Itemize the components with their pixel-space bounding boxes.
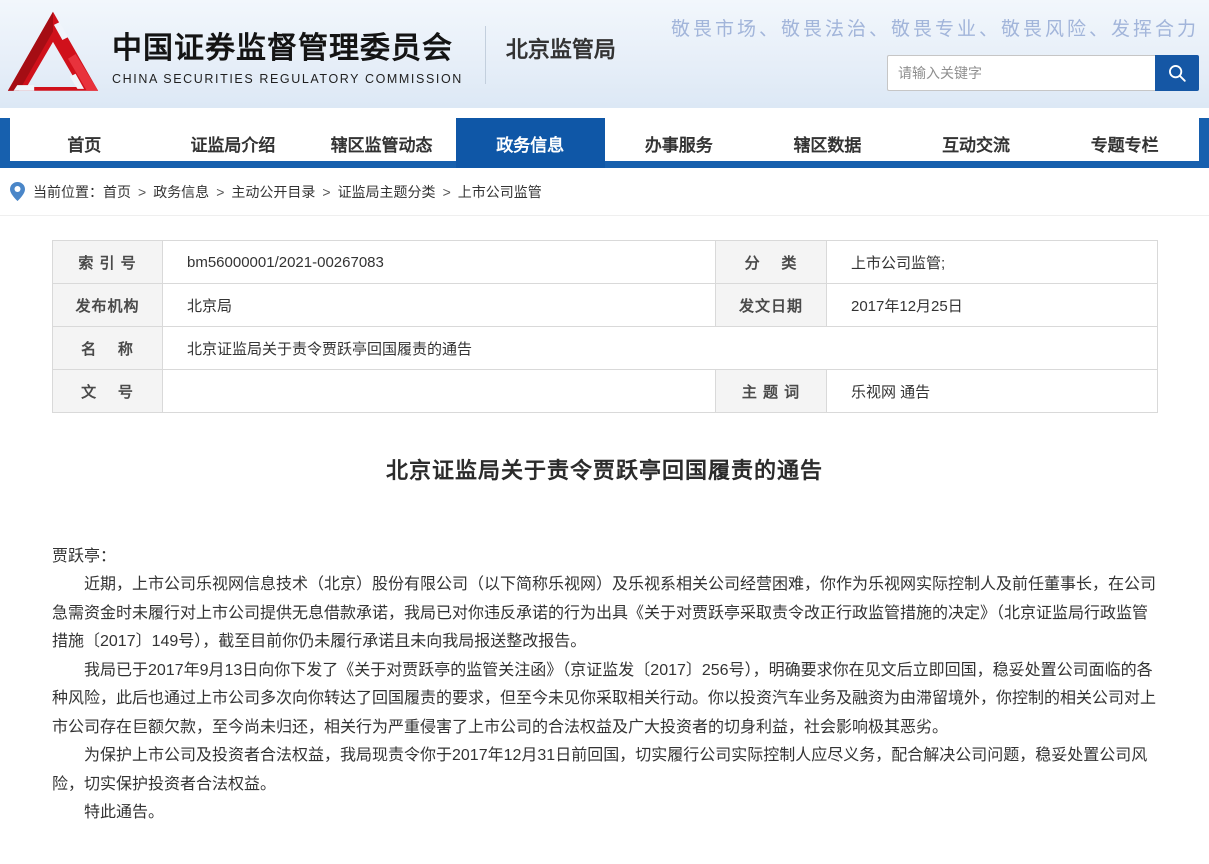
nav-item-interaction[interactable]: 互动交流	[902, 118, 1051, 168]
breadcrumb-item-listed-company[interactable]: 上市公司监管	[458, 182, 542, 202]
main-nav: 首页 证监局介绍 辖区监管动态 政务信息 办事服务 辖区数据 互动交流 专题专栏	[0, 118, 1209, 168]
page: 中国证券监督管理委员会 CHINA SECURITIES REGULATORY …	[0, 0, 1209, 864]
meta-value-issue-date: 2017年12月25日	[826, 283, 1158, 327]
breadcrumb-item-open-directory[interactable]: 主动公开目录	[231, 182, 315, 202]
meta-row-docnumber: 文 号 主 题 词 乐视网 通告	[52, 369, 1158, 413]
document-body: 贾跃亭： 近期，上市公司乐视网信息技术（北京）股份有限公司（以下简称乐视网）及乐…	[52, 543, 1157, 828]
document-meta-table: 索 引 号 bm56000001/2021-00267083 分 类 上市公司监…	[52, 240, 1158, 413]
meta-label-name: 名 称	[52, 326, 163, 370]
nav-item-bureau-intro[interactable]: 证监局介绍	[159, 118, 308, 168]
org-name-cn: 中国证券监督管理委员会	[112, 32, 453, 66]
breadcrumb-separator: >	[216, 183, 225, 200]
document-title: 北京证监局关于责令贾跃亭回国履责的通告	[385, 458, 823, 483]
main-content: 索 引 号 bm56000001/2021-00267083 分 类 上市公司监…	[0, 216, 1209, 864]
closing-line: 特此通告。	[84, 804, 165, 822]
meta-label-issuing-agency: 发布机构	[52, 283, 163, 327]
header-divider	[484, 26, 486, 84]
breadcrumb-separator: >	[322, 183, 331, 200]
header-slogan: 敬畏市场、敬畏法治、敬畏专业、敬畏风险、发挥合力	[670, 18, 1199, 40]
csrc-logo-icon	[7, 11, 99, 91]
nav-item-regulatory-news[interactable]: 辖区监管动态	[307, 118, 456, 168]
nav-item-district-data[interactable]: 辖区数据	[753, 118, 902, 168]
meta-value-name: 北京证监局关于责令贾跃亭回国履责的通告	[162, 326, 1158, 370]
breadcrumb-separator: >	[442, 183, 451, 200]
meta-row-issuer: 发布机构 北京局 发文日期 2017年12月25日	[52, 283, 1158, 327]
nav-item-special-topics[interactable]: 专题专栏	[1050, 118, 1199, 168]
header-right: 敬畏市场、敬畏法治、敬畏专业、敬畏风险、发挥合力	[671, 8, 1203, 91]
nav-item-services[interactable]: 办事服务	[605, 118, 754, 168]
meta-row-name: 名 称 北京证监局关于责令贾跃亭回国履责的通告	[52, 326, 1158, 370]
breadcrumb-label: 当前位置：	[33, 183, 103, 200]
search-icon	[1169, 65, 1186, 82]
search-input[interactable]	[887, 55, 1155, 91]
meta-value-subject-words: 乐视网 通告	[826, 369, 1158, 413]
meta-label-category: 分 类	[715, 240, 827, 284]
breadcrumb-separator: >	[138, 183, 147, 200]
search-button[interactable]	[1155, 55, 1199, 91]
meta-label-subject-words: 主 题 词	[715, 369, 827, 413]
nav-item-home[interactable]: 首页	[10, 118, 159, 168]
meta-value-issuing-agency: 北京局	[162, 283, 716, 327]
meta-label-issue-date: 发文日期	[715, 283, 827, 327]
salutation: 贾跃亭：	[52, 548, 117, 565]
meta-value-category: 上市公司监管;	[826, 240, 1158, 284]
location-pin-icon	[10, 182, 25, 201]
site-header: 中国证券监督管理委员会 CHINA SECURITIES REGULATORY …	[0, 0, 1209, 108]
paragraph-1: 近期，上市公司乐视网信息技术（北京）股份有限公司（以下简称乐视网）及乐视系相关公…	[52, 576, 1157, 651]
nav-item-gov-info[interactable]: 政务信息	[455, 118, 605, 168]
breadcrumb-item-gov-info[interactable]: 政务信息	[153, 182, 209, 202]
breadcrumb-item-topic-category[interactable]: 证监局主题分类	[338, 182, 436, 202]
header-brand: 中国证券监督管理委员会 CHINA SECURITIES REGULATORY …	[6, 8, 616, 102]
breadcrumb-item-home[interactable]: 首页	[103, 182, 131, 202]
breadcrumb: 当前位置： 首页 > 政务信息 > 主动公开目录 > 证监局主题分类 > 上市公…	[0, 168, 1209, 216]
meta-value-index-number: bm56000001/2021-00267083	[162, 240, 716, 284]
meta-label-doc-number: 文 号	[52, 369, 163, 413]
org-name-en: CHINA SECURITIES REGULATORY COMMISSION	[112, 71, 463, 86]
meta-label-index-number: 索 引 号	[52, 240, 163, 284]
paragraph-3: 为保护上市公司及投资者合法权益，我局现责令你于2017年12月31日前回国，切实…	[52, 747, 1148, 793]
meta-value-doc-number	[162, 369, 716, 413]
meta-row-index: 索 引 号 bm56000001/2021-00267083 分 类 上市公司监…	[52, 240, 1158, 284]
bureau-name: 北京监管局	[505, 37, 616, 62]
paragraph-2: 我局已于2017年9月13日向你下发了《关于对贾跃亭的监管关注函》（京证监发〔2…	[52, 661, 1157, 736]
search-box	[887, 55, 1199, 91]
org-title-block: 中国证券监督管理委员会 CHINA SECURITIES REGULATORY …	[112, 30, 463, 86]
